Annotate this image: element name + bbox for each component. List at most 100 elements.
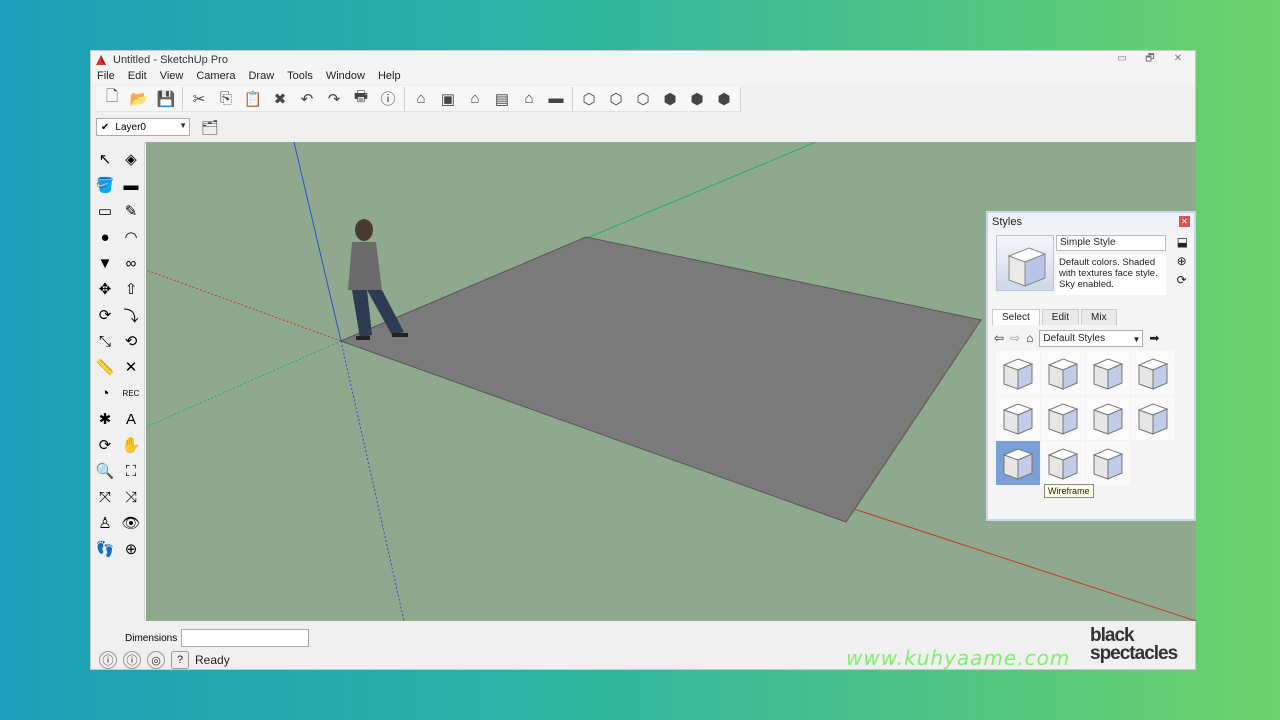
style-thumbnail-item[interactable] [1086,396,1130,440]
style-thumbnail-item[interactable] [996,396,1040,440]
layer-manager-icon[interactable]: 🗂 [198,116,222,138]
geo-location-icon[interactable]: ⓘ [99,651,117,669]
axes-icon[interactable]: ✱ [92,406,118,432]
text-icon[interactable]: REC [118,380,144,406]
menu-file[interactable]: File [97,70,115,82]
menu-edit[interactable]: Edit [128,70,147,82]
xray-icon[interactable]: ⬡ [577,88,601,110]
style-thumbnail-item[interactable] [996,441,1040,485]
paint-bucket-icon[interactable]: 🪣 [92,172,118,198]
arc-icon[interactable]: ◠ [118,224,144,250]
close-button[interactable]: ✕ [1167,52,1189,66]
forward-arrow-icon[interactable]: ⇨ [1010,331,1020,345]
move-icon[interactable]: ✥ [92,276,118,302]
menu-tools[interactable]: Tools [287,70,313,82]
paste-icon[interactable]: 📋 [241,88,265,110]
update-style-icon[interactable]: ⟳ [1177,273,1188,287]
cut-icon[interactable]: ✂ [187,88,211,110]
select-icon[interactable]: ↖ [92,146,118,172]
offset-icon[interactable]: ⟲ [118,328,144,354]
monochrome-icon[interactable]: ⬢ [712,88,736,110]
tape-measure-icon[interactable]: 📏 [92,354,118,380]
save-icon[interactable]: 💾 [154,88,178,110]
menu-view[interactable]: View [160,70,184,82]
style-thumbnail-item[interactable] [1131,351,1175,395]
create-style-icon[interactable]: ⊕ [1177,254,1188,268]
style-collection-select[interactable]: Default Styles ▼ [1039,329,1144,347]
shaded-icon[interactable]: ⬢ [658,88,682,110]
follow-me-icon[interactable]: ⤵ [118,302,144,328]
zoom-extents-icon[interactable]: ⤧ [92,484,118,510]
wireframe-icon[interactable]: ⬡ [604,88,628,110]
left-view-icon[interactable]: ▬ [544,88,568,110]
print-icon[interactable]: 🖶 [349,88,373,110]
hidden-line-icon[interactable]: ⬡ [631,88,655,110]
menu-draw[interactable]: Draw [248,70,274,82]
minimize-button[interactable]: ▭ [1111,52,1133,66]
model-info-icon[interactable]: ⓘ [376,88,400,110]
new-icon[interactable]: 🗋 [100,88,124,110]
restore-button[interactable]: 🗗 [1139,52,1161,66]
style-thumbnail-item[interactable] [1041,441,1085,485]
freehand-icon[interactable]: ∞ [118,250,144,276]
undo-icon[interactable]: ↶ [295,88,319,110]
tab-select[interactable]: Select [992,309,1040,325]
push-pull-icon[interactable]: ⇧ [118,276,144,302]
look-around-icon[interactable]: 👁 [118,510,144,536]
eraser-icon[interactable]: ▬ [118,172,144,198]
menu-camera[interactable]: Camera [196,70,235,82]
credits-icon[interactable]: ⓘ [123,651,141,669]
scale-icon[interactable]: ⤡ [92,328,118,354]
section-plane-icon[interactable]: ⊕ [118,536,144,562]
open-icon[interactable]: 📂 [127,88,151,110]
component-icon[interactable]: ◈ [118,146,144,172]
home-icon[interactable]: ⌂ [1026,331,1033,345]
dimensions-input[interactable] [181,629,310,647]
right-view-icon[interactable]: ▤ [490,88,514,110]
copy-icon[interactable]: ⎘ [214,88,238,110]
previous-view-icon[interactable]: ⤨ [118,484,144,510]
user-icon[interactable]: ◎ [147,651,165,669]
display-secondary-pane-icon[interactable]: ⬓ [1177,235,1188,249]
redo-icon[interactable]: ↷ [322,88,346,110]
style-thumbnail-item[interactable] [996,351,1040,395]
3d-text-icon[interactable]: A [118,406,144,432]
tab-edit[interactable]: Edit [1041,309,1080,325]
zoom-icon[interactable]: 🔍 [92,458,118,484]
orbit-icon[interactable]: ⟳ [92,432,118,458]
layer-select[interactable]: ✔ Layer0 ▼ [96,118,190,136]
zoom-window-icon[interactable]: ⛶ [118,458,144,484]
rotate-icon[interactable]: ⟳ [92,302,118,328]
top-view-icon[interactable]: ▣ [436,88,460,110]
style-name-field[interactable]: Simple Style [1056,235,1166,251]
walk-icon[interactable]: 👣 [92,536,118,562]
menu-help[interactable]: Help [378,70,401,82]
position-camera-icon[interactable]: ♙ [92,510,118,536]
menu-window[interactable]: Window [326,70,365,82]
dimension-icon[interactable]: ✕ [118,354,144,380]
close-icon[interactable]: ✕ [1179,216,1190,227]
back-view-icon[interactable]: ⌂ [517,88,541,110]
style-thumbnail-item[interactable] [1086,441,1130,485]
back-arrow-icon[interactable]: ⇦ [994,331,1004,345]
erase-icon[interactable]: ✖ [268,88,292,110]
style-description[interactable]: Default colors. Shaded with textures fac… [1056,255,1166,295]
circle-icon[interactable]: ● [92,224,118,250]
protractor-icon[interactable]: ◔ [92,380,118,406]
help-icon[interactable]: ? [171,651,189,669]
style-thumbnail-item[interactable] [1041,351,1085,395]
style-thumbnail-item[interactable] [1131,396,1175,440]
polygon-icon[interactable]: ▼ [92,250,118,276]
front-view-icon[interactable]: ⌂ [463,88,487,110]
shaded-textures-icon[interactable]: ⬢ [685,88,709,110]
pan-icon[interactable]: ✋ [118,432,144,458]
style-thumbnail-item[interactable] [1086,351,1130,395]
line-icon[interactable]: ✎ [118,198,144,224]
style-thumbnail-item[interactable] [1041,396,1085,440]
tab-mix[interactable]: Mix [1081,309,1117,325]
collection-name: Default Styles [1043,332,1106,344]
iso-view-icon[interactable]: ⌂ [409,88,433,110]
rectangle-icon[interactable]: ▭ [92,198,118,224]
details-arrow-icon[interactable]: ➡ [1149,331,1159,345]
chevron-down-icon: ▼ [1132,334,1141,344]
